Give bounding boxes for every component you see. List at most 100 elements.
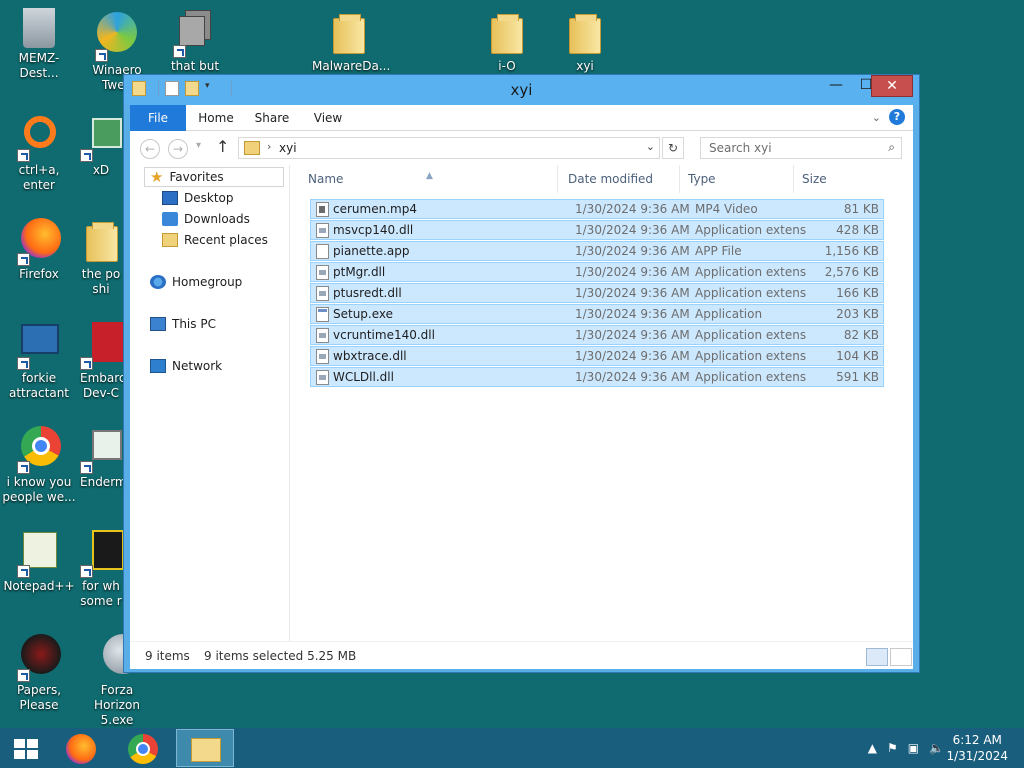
- desktop-icon-malwareda[interactable]: MalwareDa...: [310, 8, 390, 74]
- table-row[interactable]: wbxtrace.dll 1/30/2024 9:36 AM Applicati…: [310, 346, 884, 366]
- taskbar: ▲ ⚑ ▣ 🔈 6:12 AM 1/31/2024: [0, 728, 1024, 768]
- details-view-icon[interactable]: [866, 648, 888, 666]
- nav-downloads[interactable]: Downloads: [162, 209, 250, 229]
- large-icons-view-icon[interactable]: [890, 648, 912, 666]
- search-icon: ⌕: [888, 140, 895, 154]
- forward-button[interactable]: →: [168, 139, 188, 159]
- status-bar: 9 items 9 items selected 5.25 MB: [130, 641, 913, 669]
- title-bar[interactable]: ▾ xyi — ☐ ✕: [124, 75, 919, 105]
- computer-icon: [150, 317, 166, 331]
- nav-recent-places[interactable]: Recent places: [162, 230, 268, 250]
- navigation-pane: ★ Favorites Desktop Downloads Recent pla…: [130, 165, 290, 641]
- desktop-icon-papers-please[interactable]: Papers, Please: [0, 632, 78, 713]
- tab-share[interactable]: Share: [248, 105, 296, 131]
- table-row[interactable]: vcruntime140.dll 1/30/2024 9:36 AM Appli…: [310, 325, 884, 345]
- desktop-icon-xyi[interactable]: xyi: [546, 8, 624, 74]
- system-tray: ▲ ⚑ ▣ 🔈: [868, 741, 944, 755]
- back-button[interactable]: ←: [140, 139, 160, 159]
- tab-view[interactable]: View: [304, 105, 352, 131]
- close-button[interactable]: ✕: [871, 75, 913, 97]
- clock[interactable]: 6:12 AM 1/31/2024: [946, 732, 1008, 764]
- exe-file-icon: [316, 307, 329, 322]
- recent-locations-chevron-icon[interactable]: ▾: [196, 140, 201, 151]
- dll-file-icon: [316, 328, 329, 343]
- windows-logo-icon: [14, 739, 38, 759]
- taskbar-chrome[interactable]: [114, 729, 172, 767]
- nav-desktop[interactable]: Desktop: [162, 188, 234, 208]
- table-row[interactable]: cerumen.mp4 1/30/2024 9:36 AM MP4 Video …: [310, 199, 884, 219]
- column-header-name[interactable]: Name ▲: [300, 165, 558, 193]
- show-hidden-icons-icon[interactable]: ▲: [868, 741, 877, 755]
- dll-file-icon: [316, 286, 329, 301]
- table-row[interactable]: pianette.app 1/30/2024 9:36 AM APP File …: [310, 241, 884, 261]
- taskbar-file-explorer[interactable]: [176, 729, 234, 767]
- main-pane: ★ Favorites Desktop Downloads Recent pla…: [130, 165, 913, 641]
- winaero-icon: [93, 12, 141, 62]
- firefox-icon: [66, 734, 96, 764]
- tab-file[interactable]: File: [130, 105, 186, 131]
- table-row[interactable]: Setup.exe 1/30/2024 9:36 AM Application …: [310, 304, 884, 324]
- folder-icon: [78, 216, 124, 264]
- network-tray-icon[interactable]: ▣: [908, 741, 919, 755]
- breadcrumb-xyi[interactable]: xyi: [279, 141, 297, 155]
- item-count: 9 items: [145, 649, 190, 663]
- hex-icon: [78, 112, 124, 162]
- up-button[interactable]: ↑: [216, 137, 229, 156]
- notepad-icon: [15, 528, 63, 578]
- table-row[interactable]: ptusredt.dll 1/30/2024 9:36 AM Applicati…: [310, 283, 884, 303]
- app-icon: [78, 528, 124, 578]
- table-row[interactable]: WCLDll.dll 1/30/2024 9:36 AM Application…: [310, 367, 884, 387]
- firefox-icon: [15, 216, 63, 266]
- file-list: Name ▲ Date modified Type Size cerumen.m…: [300, 165, 913, 641]
- ring-icon: [15, 112, 63, 162]
- dll-file-icon: [316, 349, 329, 364]
- clock-date: 1/31/2024: [946, 749, 1008, 763]
- desktop-icon-memz[interactable]: MEMZ-Dest...: [0, 8, 78, 81]
- desktop-icon-notepadpp[interactable]: Notepad++: [0, 528, 78, 594]
- desktop-icon-ctrl-a-enter[interactable]: ctrl+a, enter: [0, 112, 78, 193]
- nav-this-pc[interactable]: This PC: [150, 314, 216, 334]
- explorer-window: ▾ xyi — ☐ ✕ File Home Share View ⌄ ? ← →…: [123, 74, 920, 673]
- column-header-date[interactable]: Date modified: [560, 165, 680, 193]
- start-button[interactable]: [0, 729, 50, 767]
- taskbar-firefox[interactable]: [52, 729, 110, 767]
- homegroup-icon: [150, 275, 166, 289]
- papers-icon: [15, 632, 63, 682]
- selection-info: 9 items selected 5.25 MB: [204, 649, 357, 663]
- help-icon[interactable]: ?: [889, 109, 905, 125]
- address-dropdown-icon[interactable]: ⌄: [646, 140, 655, 153]
- dll-file-icon: [316, 265, 329, 280]
- search-input[interactable]: Search xyi ⌕: [700, 137, 902, 159]
- breadcrumb-chevron-icon[interactable]: ›: [267, 140, 271, 153]
- column-header-type[interactable]: Type: [680, 165, 794, 193]
- refresh-button[interactable]: ↻: [662, 137, 684, 159]
- sort-ascending-icon: ▲: [426, 171, 433, 181]
- desktop-icon-forkie[interactable]: forkie attractant: [0, 320, 78, 401]
- nav-homegroup[interactable]: Homegroup: [150, 272, 242, 292]
- chrome-icon: [15, 424, 63, 474]
- dll-file-icon: [316, 223, 329, 238]
- desktop-icon-chrome[interactable]: i know you people we...: [0, 424, 78, 505]
- desktop-icon-firefox[interactable]: Firefox: [0, 216, 78, 282]
- action-center-flag-icon[interactable]: ⚑: [887, 741, 898, 755]
- table-row[interactable]: ptMgr.dll 1/30/2024 9:36 AM Application …: [310, 262, 884, 282]
- expand-ribbon-icon[interactable]: ⌄: [872, 111, 881, 124]
- desktop-icon-embarc[interactable]: Embarc Dev-C: [78, 320, 124, 401]
- nav-favorites[interactable]: ★ Favorites: [150, 167, 224, 187]
- tab-home[interactable]: Home: [192, 105, 240, 131]
- address-bar[interactable]: › xyi ⌄: [238, 137, 660, 159]
- column-header-size[interactable]: Size: [794, 165, 874, 193]
- chrome-icon: [128, 734, 158, 764]
- window-stack-icon: [171, 8, 219, 58]
- network-icon: [150, 359, 166, 373]
- table-row[interactable]: msvcp140.dll 1/30/2024 9:36 AM Applicati…: [310, 220, 884, 240]
- folder-icon: [244, 141, 260, 155]
- nav-network[interactable]: Network: [150, 356, 222, 376]
- desktop-icon-enderm[interactable]: Enderm: [78, 424, 124, 490]
- desktop-icon-xd[interactable]: xD: [78, 112, 124, 178]
- volume-muted-icon[interactable]: 🔈: [929, 741, 944, 755]
- desktop-icon-for-wh[interactable]: for wh some r: [78, 528, 124, 609]
- devcpp-icon: [78, 320, 124, 370]
- desktop-icon-i-o[interactable]: i-O: [468, 8, 546, 74]
- desktop-icon-the-po-shi[interactable]: the po shi: [78, 216, 124, 297]
